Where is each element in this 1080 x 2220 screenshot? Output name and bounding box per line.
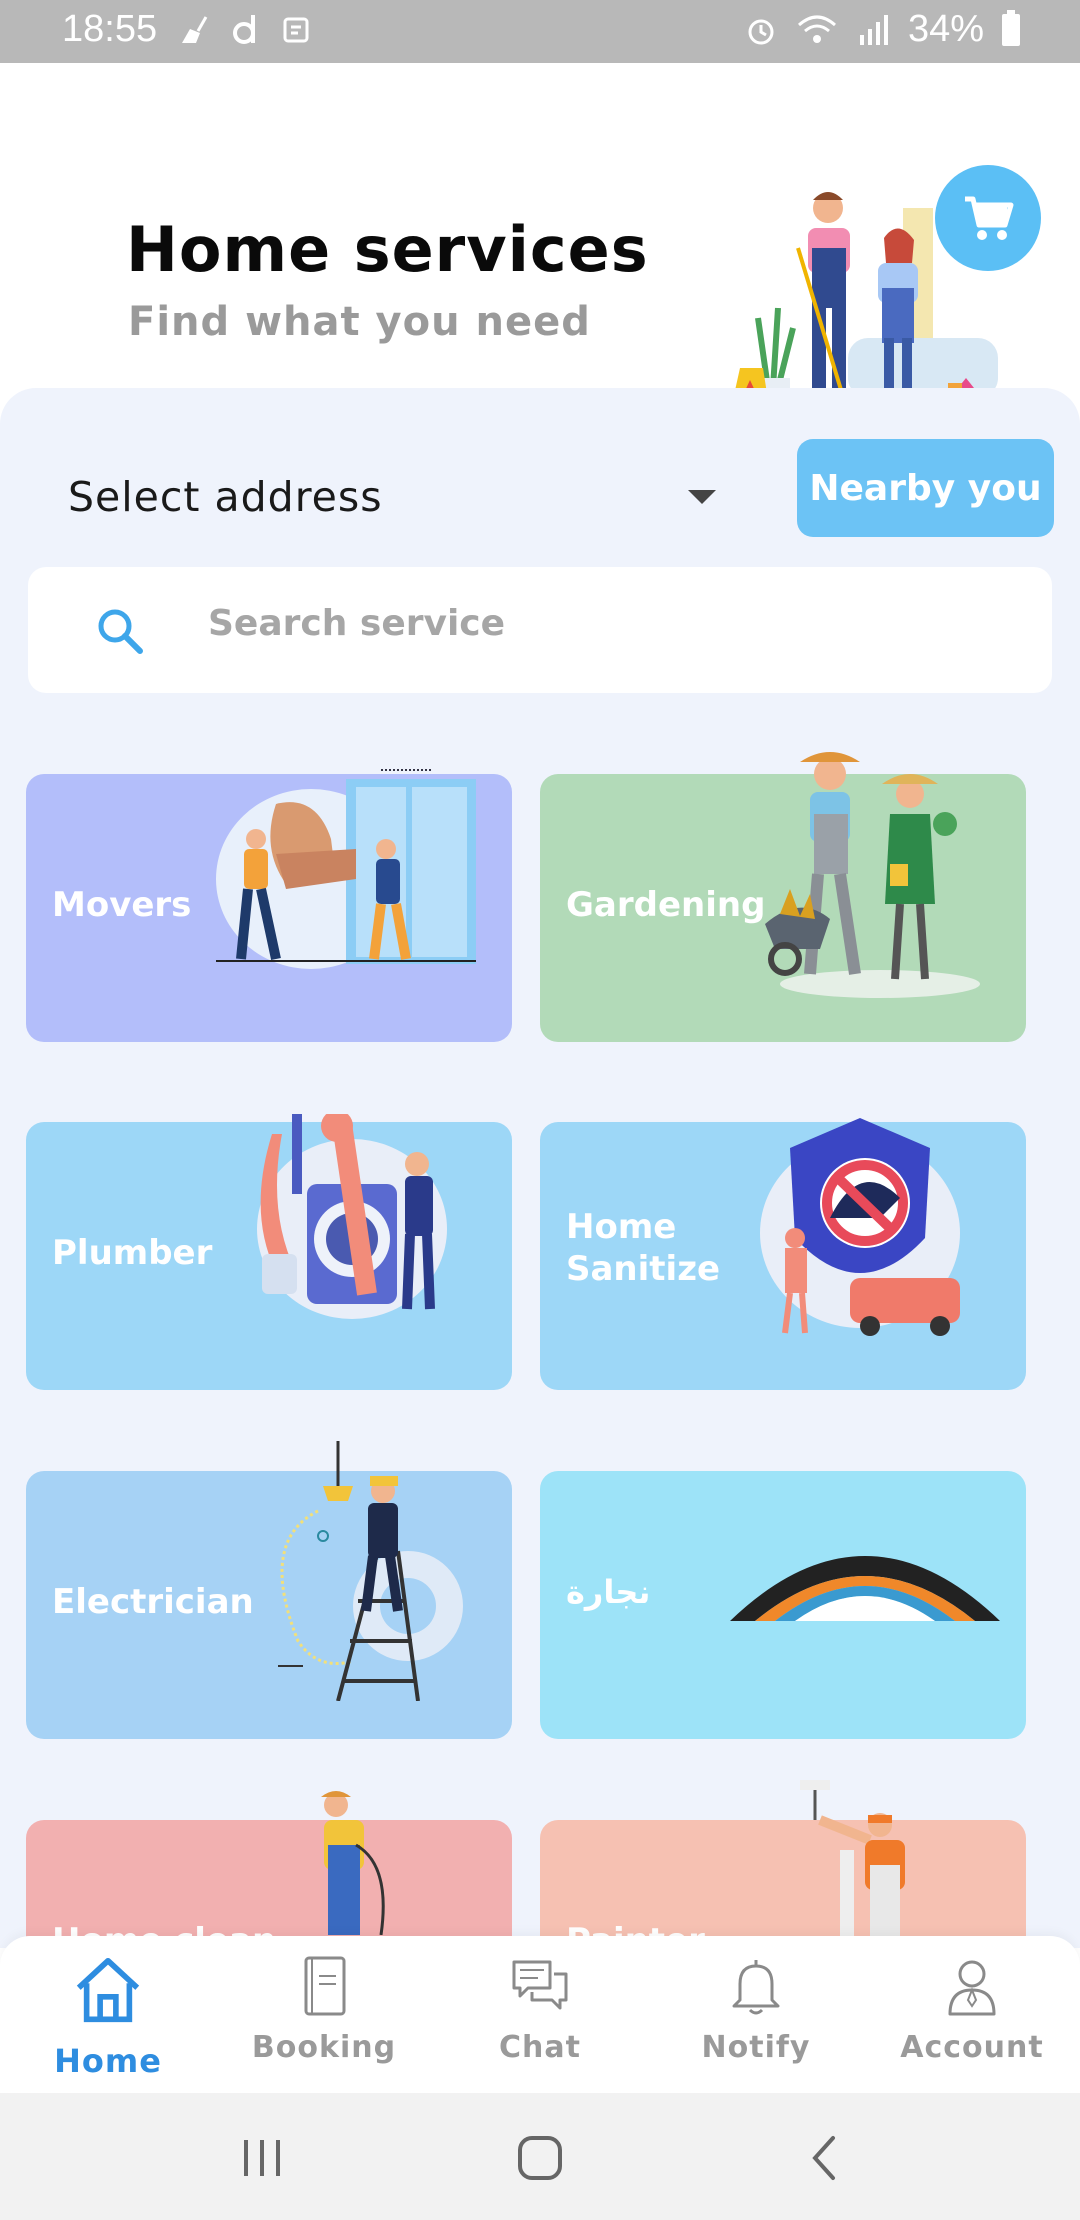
plumber-illustration bbox=[257, 1114, 447, 1319]
signal-icon bbox=[859, 14, 888, 45]
address-dropdown[interactable]: Select address bbox=[68, 462, 728, 532]
search-box[interactable] bbox=[28, 567, 1052, 693]
account-icon bbox=[948, 1960, 996, 2016]
nav-label: Notify bbox=[701, 2030, 811, 2065]
nav-label: Home bbox=[54, 2042, 162, 2080]
wifi-icon bbox=[797, 15, 836, 43]
category-label: Plumber bbox=[52, 1233, 213, 1273]
category-card-home-clean[interactable]: Home clean bbox=[26, 1791, 512, 1948]
painter-illustration bbox=[800, 1780, 905, 1940]
category-card-painter[interactable]: Painter bbox=[540, 1780, 1026, 1948]
category-label: Gardening bbox=[566, 885, 766, 925]
nav-label: Booking bbox=[251, 2030, 397, 2065]
nearby-button[interactable]: Nearby you bbox=[797, 439, 1054, 537]
bell-icon bbox=[732, 1960, 780, 2015]
nav-item-account[interactable]: Account bbox=[872, 1954, 1072, 2084]
category-label: Electrician bbox=[52, 1582, 254, 1622]
cart-button[interactable] bbox=[935, 165, 1041, 271]
category-label: نجارة bbox=[566, 1573, 651, 1611]
document-icon bbox=[283, 17, 309, 43]
alarm-icon bbox=[748, 19, 774, 44]
home-button-icon[interactable] bbox=[510, 2128, 570, 2188]
nav-label: Account bbox=[900, 2030, 1044, 2065]
category-card-carpentry[interactable]: نجارة bbox=[540, 1471, 1026, 1739]
gardening-illustration bbox=[765, 752, 980, 998]
category-card-plumber[interactable]: Plumber bbox=[26, 1114, 512, 1390]
search-icon bbox=[98, 609, 143, 654]
carpentry-logo bbox=[730, 1556, 1000, 1621]
header: Home services Find what you need bbox=[0, 63, 1080, 432]
back-icon[interactable] bbox=[795, 2128, 855, 2188]
category-card-home-sanitize[interactable]: Home Sanitize bbox=[540, 1118, 1026, 1390]
category-card-gardening[interactable]: Gardening bbox=[540, 752, 1026, 1042]
page-subtitle: Find what you need bbox=[128, 299, 591, 345]
status-system-icons: 34% bbox=[744, 8, 1020, 51]
main-panel: Select address Nearby you Movers bbox=[0, 388, 1080, 1948]
category-card-movers[interactable]: Movers bbox=[26, 769, 512, 1042]
chat-icon bbox=[512, 1960, 568, 2010]
nav-item-booking[interactable]: Booking bbox=[224, 1954, 424, 2084]
status-notification-icons bbox=[178, 13, 312, 47]
status-time: 18:55 bbox=[62, 8, 158, 50]
category-card-electrician[interactable]: Electrician bbox=[26, 1441, 512, 1739]
battery-percent: 34% bbox=[907, 8, 984, 50]
sanitize-illustration bbox=[760, 1118, 960, 1336]
status-bar: 18:55 34% bbox=[0, 0, 1080, 63]
bottom-nav: Home Booking Chat Notify Account bbox=[0, 1936, 1080, 2093]
chevron-down-icon bbox=[688, 490, 716, 504]
page-title: Home services bbox=[126, 213, 649, 286]
battery-icon bbox=[1002, 9, 1020, 46]
d-app-icon bbox=[233, 15, 255, 44]
address-label: Select address bbox=[68, 473, 383, 521]
booking-icon bbox=[304, 1956, 346, 2016]
recent-apps-icon[interactable] bbox=[232, 2128, 292, 2188]
home-clean-illustration bbox=[321, 1791, 385, 1935]
broom-icon bbox=[182, 16, 208, 43]
category-label: Movers bbox=[52, 885, 192, 925]
home-icon bbox=[76, 1957, 140, 2023]
electrician-illustration bbox=[278, 1441, 463, 1701]
nav-item-chat[interactable]: Chat bbox=[440, 1954, 640, 2084]
nav-item-notify[interactable]: Notify bbox=[656, 1954, 856, 2084]
movers-illustration bbox=[216, 769, 476, 969]
search-input[interactable] bbox=[208, 603, 988, 644]
cart-icon bbox=[965, 196, 1014, 240]
nav-label: Chat bbox=[499, 2030, 581, 2065]
system-nav-bar bbox=[0, 2093, 1080, 2220]
nav-item-home[interactable]: Home bbox=[8, 1954, 208, 2084]
